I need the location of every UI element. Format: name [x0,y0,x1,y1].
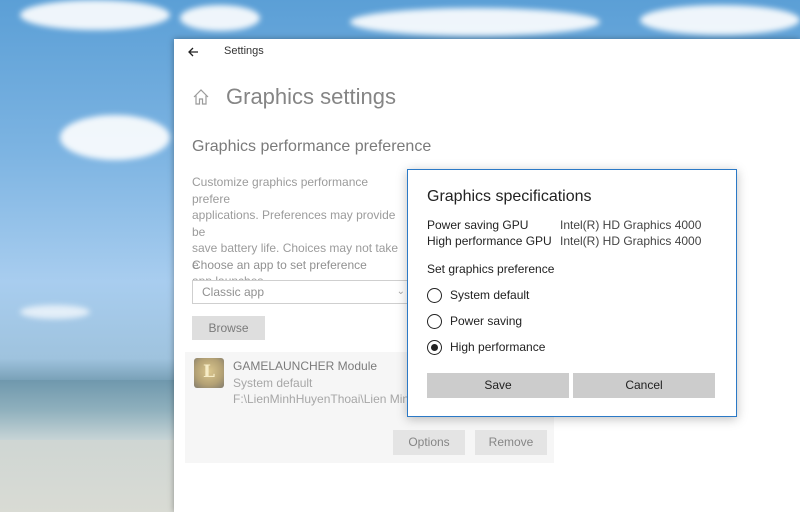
radio-circle-icon [427,288,442,303]
radio-label: System default [450,288,530,302]
title-bar: Settings [174,39,800,65]
graphics-specifications-dialog: Graphics specifications Power saving GPU… [407,169,737,417]
window-title: Settings [224,45,264,57]
back-button[interactable] [184,42,204,62]
high-performance-gpu-value: Intel(R) HD Graphics 4000 [560,234,702,248]
save-button[interactable]: Save [427,373,569,398]
dialog-title: Graphics specifications [427,188,592,205]
radio-label: High performance [450,340,546,354]
radio-circle-icon [427,314,442,329]
back-arrow-icon [188,47,198,57]
high-performance-gpu-label: High performance GPU [427,234,552,248]
radio-label: Power saving [450,314,523,328]
radio-checked-icon [427,340,442,355]
power-saving-gpu-label: Power saving GPU [427,218,529,232]
cancel-button[interactable]: Cancel [573,373,715,398]
power-saving-gpu-value: Intel(R) HD Graphics 4000 [560,218,702,232]
set-preference-label: Set graphics preference [427,262,555,276]
